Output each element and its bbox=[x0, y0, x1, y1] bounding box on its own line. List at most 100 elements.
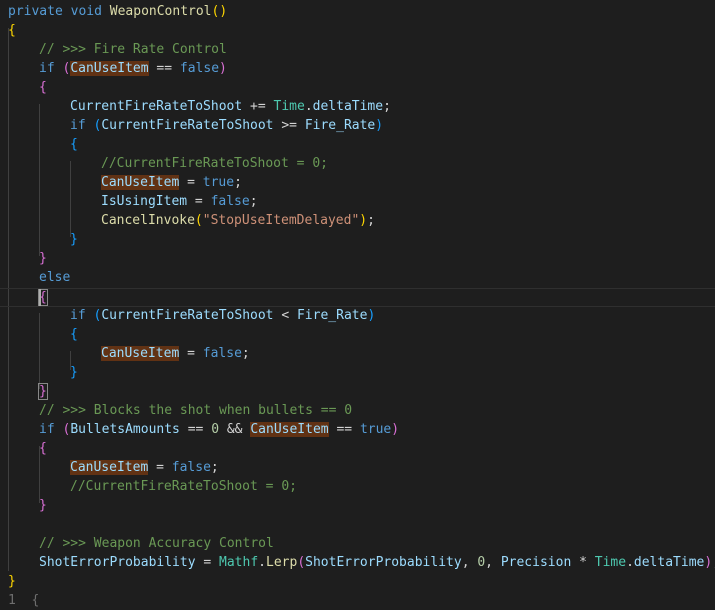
operator-token: * bbox=[571, 555, 595, 570]
bracket-token: ) bbox=[359, 213, 368, 228]
operator-token: = bbox=[179, 346, 203, 361]
variable-token: CurrentFireRateToShoot bbox=[101, 308, 274, 323]
code-line[interactable]: { bbox=[39, 78, 715, 97]
bracket-token: } bbox=[38, 383, 48, 400]
punctuation-token: . bbox=[258, 555, 266, 570]
code-line[interactable]: { bbox=[39, 439, 715, 458]
highlighted-variable-token: CanUseItem bbox=[101, 346, 180, 361]
code-line[interactable]: 1 { bbox=[8, 591, 715, 610]
code-line[interactable]: { bbox=[8, 21, 715, 40]
code-line[interactable]: //CurrentFireRateToShoot = 0; bbox=[70, 477, 715, 496]
number-token: 0 bbox=[477, 555, 486, 570]
variable-token: ShotErrorProbability bbox=[39, 555, 196, 570]
keyword-token: if bbox=[39, 61, 55, 76]
code-line[interactable]: CurrentFireRateToShoot += Time.deltaTime… bbox=[70, 97, 715, 116]
code-line[interactable]: { bbox=[70, 135, 715, 154]
keyword-token: void bbox=[70, 4, 102, 19]
keyword-token: false bbox=[210, 194, 250, 209]
code-line[interactable]: CanUseItem = true; bbox=[101, 173, 715, 192]
code-line[interactable]: // >>> Blocks the shot when bullets == 0 bbox=[39, 401, 715, 420]
punctuation-token: ; bbox=[234, 175, 242, 190]
method-name-token: Lerp bbox=[266, 555, 298, 570]
code-line[interactable]: IsUsingItem = false; bbox=[101, 192, 715, 211]
keyword-token: else bbox=[39, 270, 71, 285]
operator-token: = bbox=[187, 194, 211, 209]
operator-token: == bbox=[148, 61, 180, 76]
bracket-token: () bbox=[211, 4, 228, 19]
code-line[interactable]: if (BulletsAmounts == 0 && CanUseItem ==… bbox=[39, 420, 715, 439]
bracket-token: { bbox=[8, 23, 16, 38]
indent-guide bbox=[39, 313, 40, 389]
punctuation-token: ; bbox=[383, 99, 391, 114]
keyword-token: private bbox=[8, 4, 63, 19]
code-line[interactable]: { bbox=[38, 288, 715, 307]
variable-token: CurrentFireRateToShoot bbox=[101, 118, 274, 133]
bracket-token: } bbox=[39, 498, 47, 513]
variable-token: IsUsingItem bbox=[101, 194, 188, 209]
variable-token: ShotErrorProbability bbox=[305, 555, 462, 570]
operator-token: >= bbox=[273, 118, 305, 133]
bracket-token: ) bbox=[391, 422, 400, 437]
type-token: Time bbox=[594, 555, 627, 570]
code-line[interactable]: { bbox=[70, 325, 715, 344]
indent-guide bbox=[39, 104, 40, 256]
code-line[interactable]: if (CanUseItem == false) bbox=[39, 59, 715, 78]
bracket-token: ) bbox=[704, 555, 713, 570]
variable-token: Precision bbox=[500, 555, 572, 570]
string-token: "StopUseItemDelayed" bbox=[202, 213, 360, 228]
comment-token: // >>> Fire Rate Control bbox=[39, 42, 227, 57]
bracket-token: { bbox=[70, 327, 78, 342]
code-line[interactable]: // >>> Fire Rate Control bbox=[39, 40, 715, 59]
code-line[interactable]: CanUseItem = false; bbox=[101, 344, 715, 363]
keyword-token: false bbox=[179, 61, 220, 76]
method-name-token: WeaponControl bbox=[109, 4, 212, 19]
operator-token: = bbox=[179, 175, 203, 190]
code-line[interactable]: CancelInvoke("StopUseItemDelayed"); bbox=[101, 211, 715, 230]
bracket-token: } bbox=[70, 232, 78, 247]
highlighted-variable-token: CanUseItem bbox=[101, 175, 180, 190]
keyword-token: false bbox=[171, 460, 211, 475]
punctuation-token: . bbox=[626, 555, 634, 570]
partial-line-text: 1 { bbox=[8, 593, 40, 608]
code-line[interactable]: if (CurrentFireRateToShoot < Fire_Rate) bbox=[70, 306, 715, 325]
variable-token: Fire_Rate bbox=[304, 118, 376, 133]
code-line[interactable]: if (CurrentFireRateToShoot >= Fire_Rate) bbox=[70, 116, 715, 135]
code-editor[interactable]: private void WeaponControl() { // >>> Fi… bbox=[0, 0, 715, 608]
bracket-token: ) bbox=[367, 308, 376, 323]
keyword-token: if bbox=[39, 422, 55, 437]
text-cursor bbox=[39, 289, 41, 306]
code-line[interactable]: private void WeaponControl() bbox=[8, 2, 715, 21]
code-line[interactable]: } bbox=[70, 363, 715, 382]
keyword-token: true bbox=[202, 175, 235, 190]
code-line[interactable]: } bbox=[8, 572, 715, 591]
variable-token: BulletsAmounts bbox=[70, 422, 180, 437]
bracket-token: ) bbox=[375, 118, 384, 133]
keyword-token: if bbox=[70, 308, 86, 323]
bracket-token: ( bbox=[297, 555, 306, 570]
type-token: Mathf bbox=[219, 555, 259, 570]
code-line[interactable]: } bbox=[70, 230, 715, 249]
operator-token: = bbox=[195, 555, 220, 570]
code-line[interactable]: else bbox=[39, 268, 715, 287]
bracket-token: ) bbox=[219, 61, 227, 76]
code-line[interactable]: } bbox=[39, 249, 715, 268]
property-token: deltaTime bbox=[633, 555, 705, 570]
operator-token: == bbox=[179, 422, 212, 437]
punctuation-token: , bbox=[485, 555, 501, 570]
bracket-token: } bbox=[8, 574, 16, 589]
highlighted-variable-token: CanUseItem bbox=[250, 422, 329, 437]
number-token: 0 bbox=[211, 422, 220, 437]
code-line[interactable]: CanUseItem = false; bbox=[70, 458, 715, 477]
code-line[interactable]: //CurrentFireRateToShoot = 0; bbox=[101, 154, 715, 173]
variable-token: CurrentFireRateToShoot bbox=[70, 99, 243, 114]
code-line[interactable]: } bbox=[39, 496, 715, 515]
punctuation-token: ; bbox=[249, 194, 258, 209]
code-line[interactable]: } bbox=[38, 382, 715, 401]
property-token: deltaTime bbox=[312, 99, 384, 114]
bracket-token: ( bbox=[194, 213, 203, 228]
punctuation-token: ; bbox=[210, 460, 219, 475]
comment-token: //CurrentFireRateToShoot = 0; bbox=[101, 156, 328, 171]
code-line[interactable]: ShotErrorProbability = Mathf.Lerp(ShotEr… bbox=[39, 553, 715, 572]
highlighted-variable-token: CanUseItem bbox=[70, 460, 149, 475]
code-line[interactable]: // >>> Weapon Accuracy Control bbox=[39, 534, 715, 553]
